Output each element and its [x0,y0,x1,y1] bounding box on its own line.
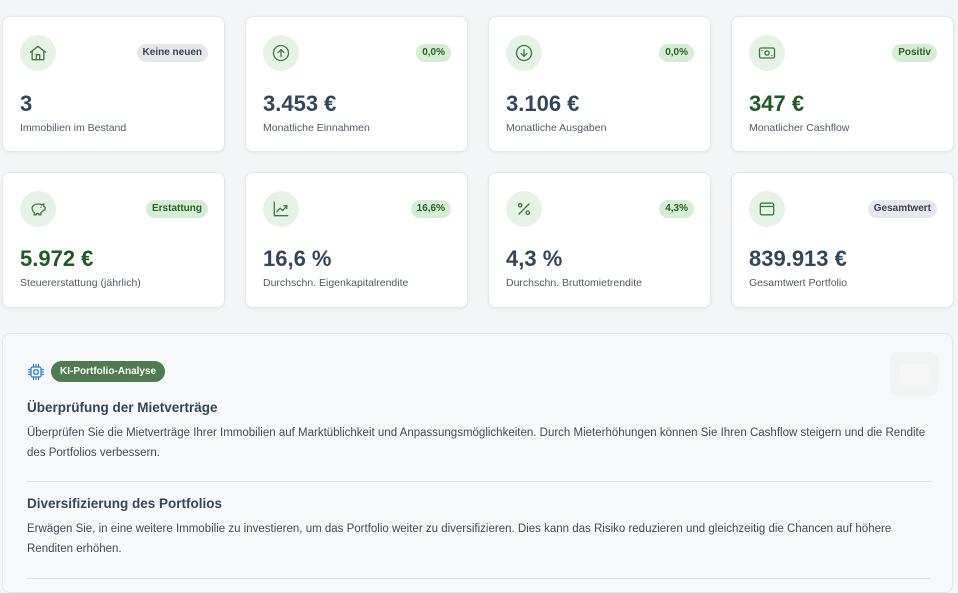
banknote-icon [749,35,785,71]
recommendation-title: Überprüfung der Mietverträge [27,400,218,415]
card-monthly-cashflow: Positiv 347 € Monatlicher Cashflow [731,16,954,152]
recommendation-item: Diversifizierung des Portfolios Erwägen … [27,496,932,559]
card-gross-yield: 4,3% 4,3 % Durchschn. Bruttomietrendite [488,172,711,308]
stat-value: 347 € [749,91,805,116]
card-properties: Keine neuen 3 Immobilien im Bestand [2,16,225,152]
divider [27,481,930,482]
stat-value: 4,3 % [506,246,563,271]
card-tax-refund: Erstattung 5.972 € Steuererstattung (jäh… [2,172,225,308]
arrow-up-circle-icon [263,35,299,71]
trending-up-icon [263,191,299,227]
cpu-chip-icon [27,363,45,380]
decorative-illustration [890,352,938,396]
status-badge: 0,0% [416,44,451,62]
recommendation-text: Erwägen Sie, in eine weitere Immobilie z… [27,523,892,555]
piggy-bank-icon [20,191,56,227]
house-icon [20,35,56,71]
stat-label: Immobilien im Bestand [20,122,127,134]
stat-label: Durchschn. Eigenkapitalrendite [263,277,409,289]
stat-value: 3 [20,91,33,116]
stat-value: 16,6 % [263,246,332,271]
percent-icon [506,191,542,227]
stat-label: Gesamtwert Portfolio [749,277,848,289]
recommendation-title: Diversifizierung des Portfolios [27,496,223,511]
stat-label: Monatliche Einnahmen [263,122,370,134]
stat-label: Durchschn. Bruttomietrendite [506,277,642,289]
card-monthly-income: 0,0% 3.453 € Monatliche Einnahmen [245,16,468,152]
analysis-header: KI-Portfolio-Analyse [26,361,166,382]
stat-label: Steuererstattung (jährlich) [20,277,141,289]
status-badge: Erstattung [146,200,208,218]
status-badge: Positiv [892,44,937,62]
ai-analysis-panel: KI-Portfolio-Analyse Überprüfung der Mie… [2,333,953,593]
arrow-down-circle-icon [506,35,542,71]
stat-value: 5.972 € [20,246,94,271]
status-badge: Keine neuen [136,44,208,62]
card-equity-return: 16,6% 16,6 % Durchschn. Eigenkapitalrend… [245,172,468,308]
ai-analysis-tag: KI-Portfolio-Analyse [51,361,166,382]
stat-value: 839.913 € [749,246,847,271]
stat-label: Monatlicher Cashflow [749,122,850,134]
stat-value: 3.106 € [506,91,580,116]
divider [27,578,930,579]
recommendation-item: Überprüfung der Mietverträge Überprüfen … [27,400,932,463]
wallet-icon [749,191,785,227]
status-badge: 16,6% [410,200,451,218]
status-badge: Gesamtwert [867,200,937,218]
stat-value: 3.453 € [263,91,337,116]
status-badge: 4,3% [659,200,694,218]
stat-label: Monatliche Ausgaben [506,122,607,134]
card-portfolio-value: Gesamtwert 839.913 € Gesamtwert Portfoli… [731,172,954,308]
recommendation-text: Überprüfen Sie die Mietverträge Ihrer Im… [27,427,926,459]
card-monthly-expenses: 0,0% 3.106 € Monatliche Ausgaben [488,16,711,152]
status-badge: 0,0% [659,44,694,62]
stats-grid: Keine neuen 3 Immobilien im Bestand 0,0%… [2,16,954,308]
